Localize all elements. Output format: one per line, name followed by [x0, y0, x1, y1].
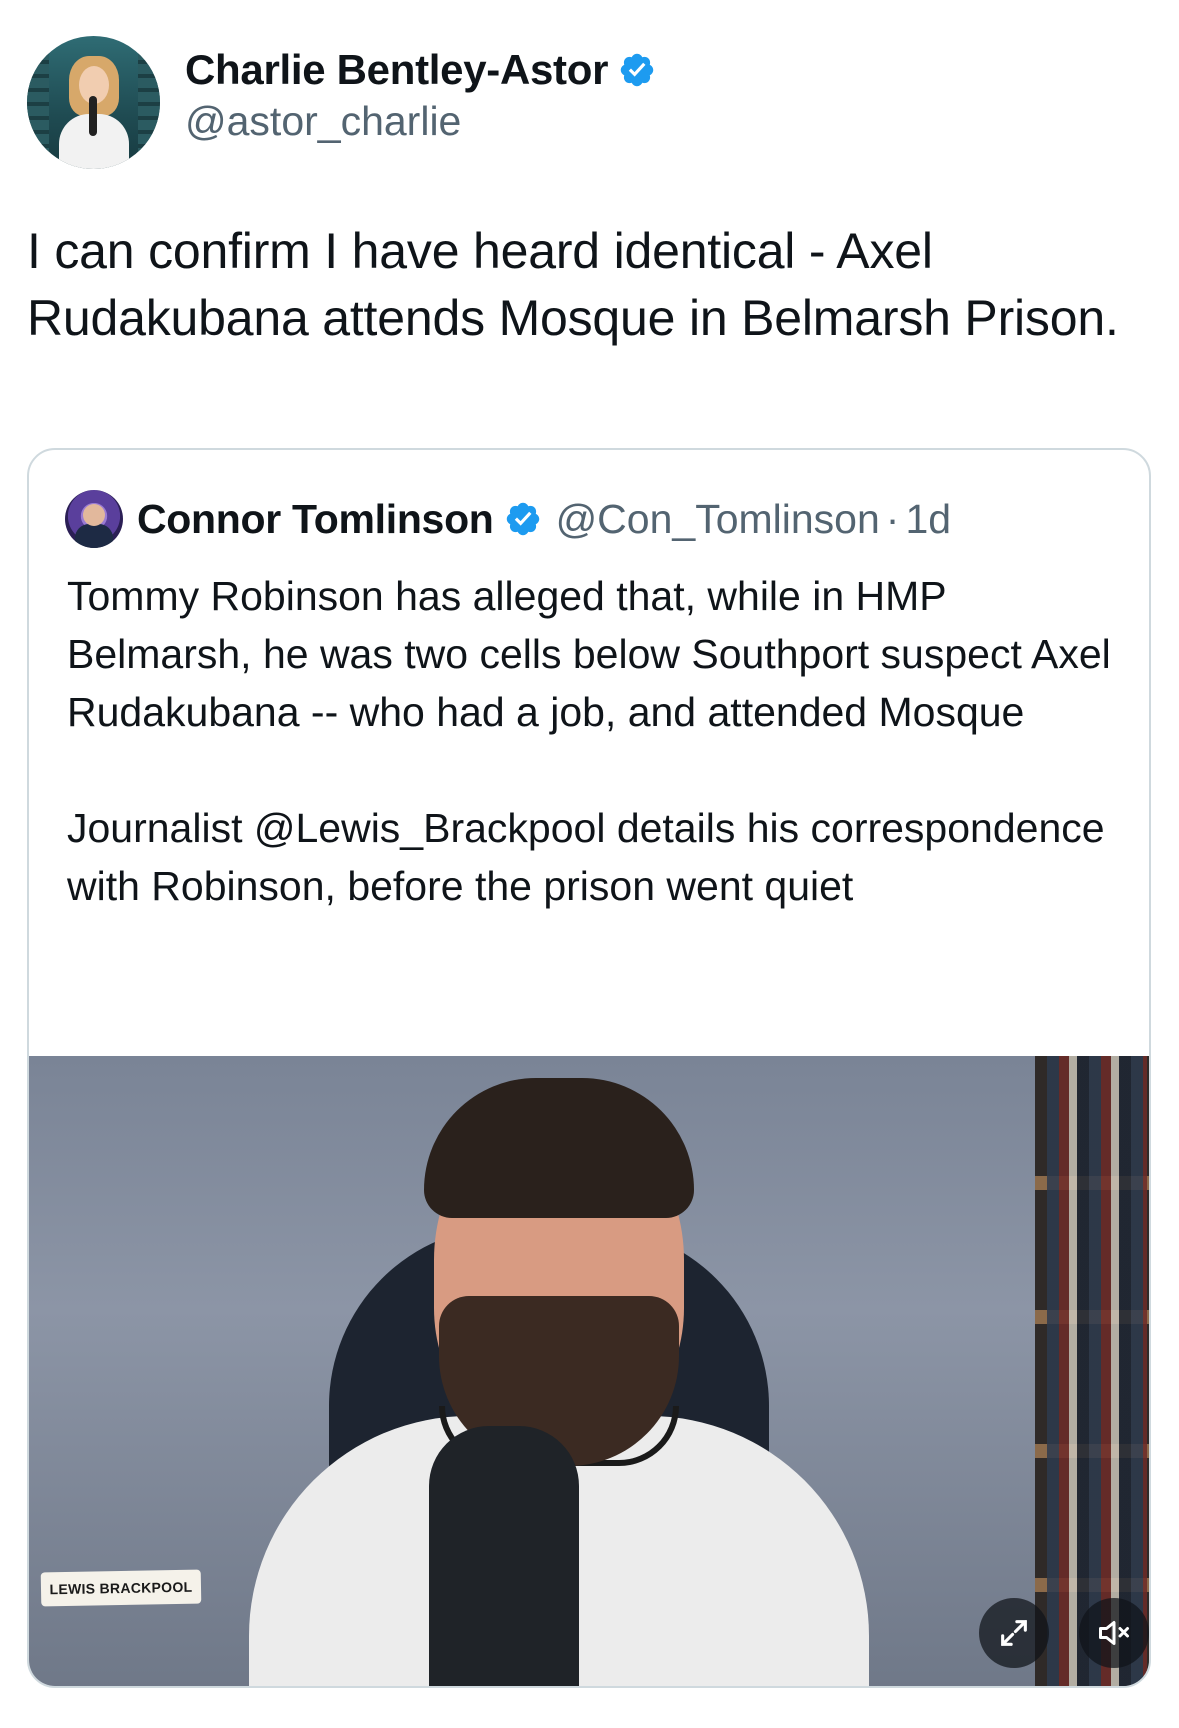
quoted-tweet-text: Tommy Robinson has alleged that, while i…: [67, 567, 1127, 915]
quoted-author-handle[interactable]: @Con_Tomlinson: [556, 496, 880, 543]
video-player[interactable]: LEWIS BRACKPOOL: [29, 1056, 1149, 1686]
speaker-hair: [424, 1078, 694, 1218]
verified-badge-icon: [620, 53, 654, 87]
expand-button[interactable]: [979, 1598, 1049, 1668]
tweet-text: I can confirm I have heard identical - A…: [27, 223, 1119, 346]
mute-icon: [1099, 1621, 1129, 1645]
verified-badge-icon: [506, 502, 539, 536]
quoted-author-avatar[interactable]: [65, 490, 123, 548]
author-name[interactable]: Charlie Bentley-Astor: [185, 46, 608, 94]
books-background: [1047, 1056, 1147, 1686]
author-name-row: Charlie Bentley-Astor: [185, 46, 656, 94]
video-overlay-label: LEWIS BRACKPOOL: [40, 1569, 202, 1607]
quoted-tweet-card[interactable]: Connor Tomlinson @Con_Tomlinson · 1d Tom…: [27, 448, 1151, 1688]
quoted-author-name[interactable]: Connor Tomlinson: [137, 496, 494, 543]
quoted-paragraph-2: Journalist @Lewis_Brackpool details his …: [67, 805, 1105, 909]
quoted-paragraph-1: Tommy Robinson has alleged that, while i…: [67, 573, 1111, 735]
microphone: [429, 1426, 579, 1686]
author-avatar[interactable]: [27, 36, 160, 169]
separator-dot: ·: [885, 495, 900, 542]
mute-button[interactable]: [1079, 1598, 1149, 1668]
quoted-tweet-header: Connor Tomlinson @Con_Tomlinson · 1d: [65, 490, 951, 548]
expand-icon: [1001, 1620, 1027, 1646]
author-handle[interactable]: @astor_charlie: [185, 98, 461, 145]
quoted-timestamp[interactable]: 1d: [905, 496, 951, 543]
tweet-header: Charlie Bentley-Astor @astor_charlie: [27, 36, 1147, 172]
